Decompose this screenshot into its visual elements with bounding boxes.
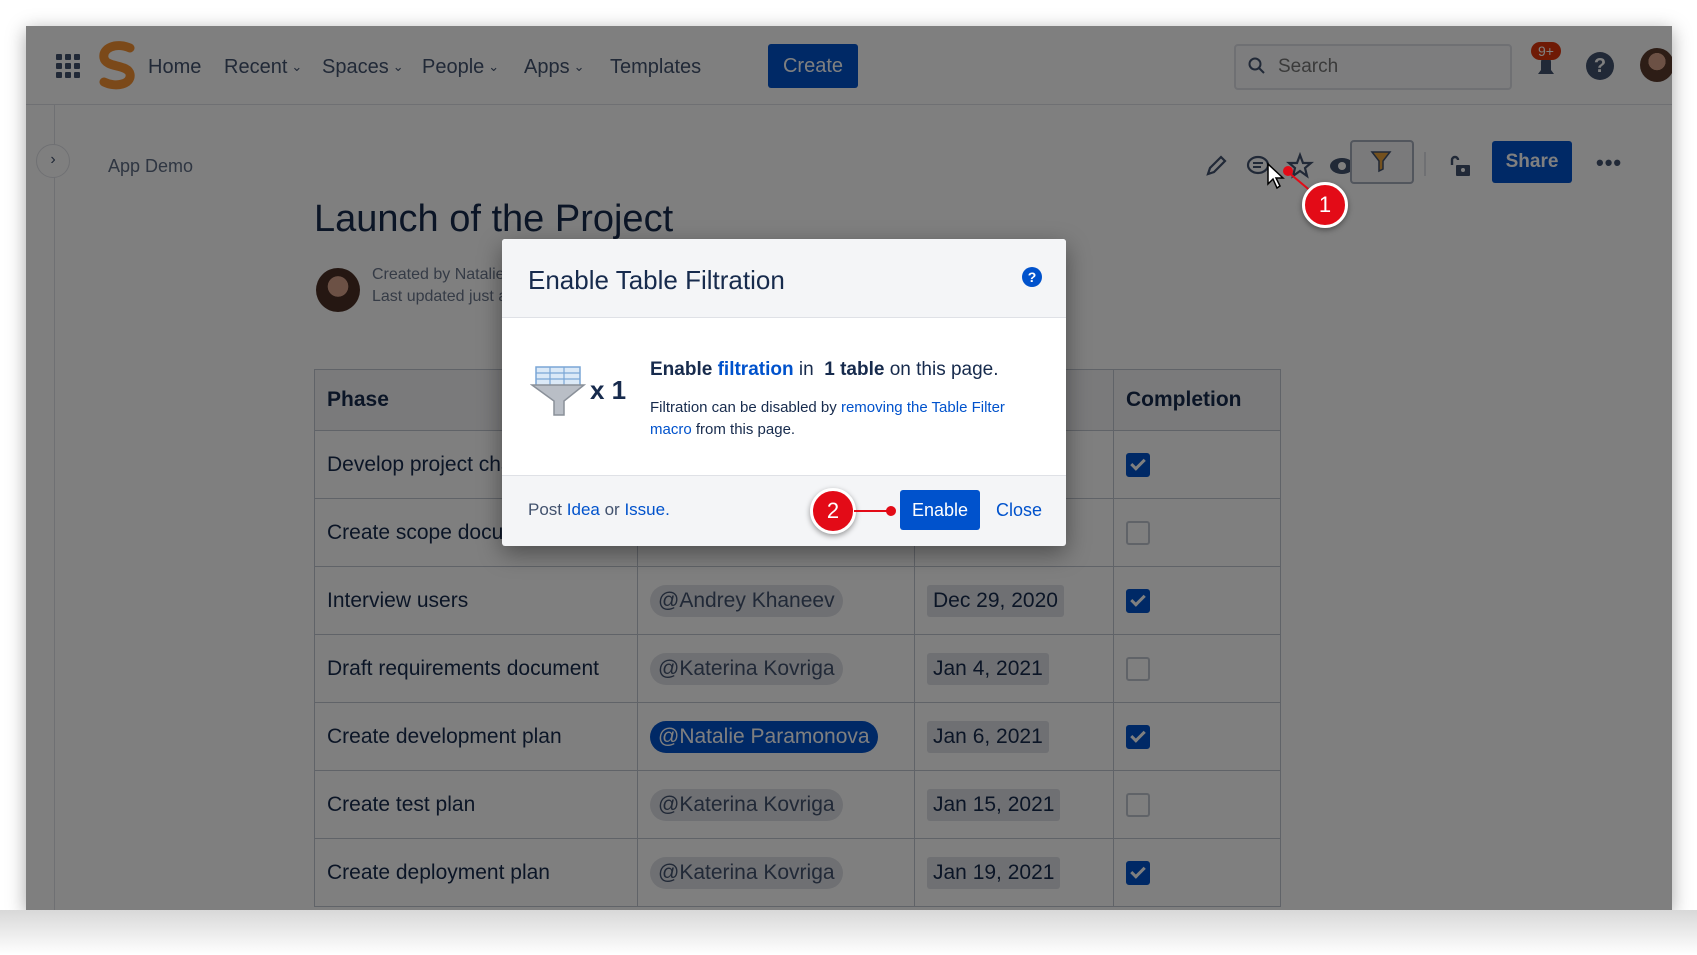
text-enable: Enable <box>650 359 713 380</box>
mouse-cursor-icon <box>1267 162 1285 190</box>
dialog-main-text: Enable filtration in 1 table on this pag… <box>650 359 999 381</box>
dialog-footer: Post Idea or Issue. Enable Close <box>502 475 1066 546</box>
sub-text-start: Filtration can be disabled by <box>650 399 837 416</box>
issue-link[interactable]: Issue <box>624 500 665 519</box>
frame-shadow <box>0 910 1697 955</box>
text-in: in <box>798 359 814 380</box>
text-table-count: 1 table <box>824 359 885 380</box>
enable-table-filtration-dialog: Enable Table Filtration ? x 1 Enable fil… <box>502 239 1066 546</box>
enable-button[interactable]: Enable <box>900 490 980 530</box>
close-button[interactable]: Close <box>996 500 1042 521</box>
text-rest: on this page. <box>889 359 999 380</box>
dialog-sub-text: Filtration can be disabled by removing t… <box>650 397 1030 441</box>
app-window: Home Recent⌄ Spaces⌄ People⌄ Apps⌄ Templ… <box>26 26 1672 910</box>
period: . <box>665 500 670 519</box>
callout-two-anchor <box>886 506 896 516</box>
filtration-link[interactable]: filtration <box>718 359 794 380</box>
callout-two: 2 <box>810 488 856 534</box>
feedback-text: Post Idea or Issue. <box>528 500 670 520</box>
sub-text-end: from this page. <box>695 421 796 438</box>
idea-link[interactable]: Idea <box>567 500 600 519</box>
or-label: or <box>604 500 620 519</box>
dialog-help-icon[interactable]: ? <box>1022 267 1042 287</box>
table-filter-funnel-icon <box>530 366 586 416</box>
table-count: x 1 <box>590 375 627 405</box>
callout-one: 1 <box>1302 182 1348 228</box>
post-label: Post <box>528 500 563 519</box>
dialog-header: Enable Table Filtration ? <box>502 239 1066 318</box>
dialog-title: Enable Table Filtration <box>528 265 785 295</box>
callout-two-line <box>854 510 890 512</box>
